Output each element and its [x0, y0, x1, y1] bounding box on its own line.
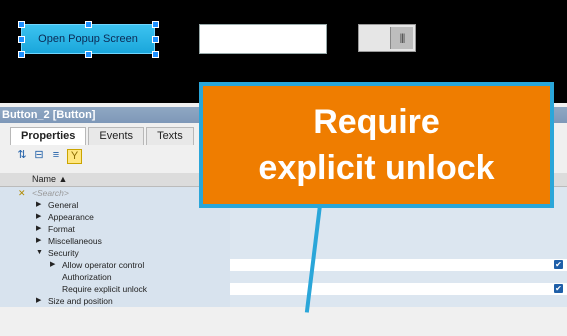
inspector-tabs: Properties Events Texts — [10, 127, 196, 145]
list-item[interactable]: ▼ Security — [0, 247, 567, 259]
group-icon[interactable]: ⊟ — [33, 149, 45, 161]
row-label: Format — [48, 224, 75, 234]
row-label: Miscellaneous — [48, 236, 102, 246]
list-item[interactable]: Require explicit unlock ✔ — [0, 283, 567, 295]
selection-handle[interactable] — [18, 36, 25, 43]
row-label: Allow operator control — [62, 260, 145, 270]
column-name[interactable]: Name ▲ — [32, 173, 67, 186]
checkbox-checked-icon[interactable]: ✔ — [554, 260, 563, 269]
checkbox-checked-icon[interactable]: ✔ — [554, 284, 563, 293]
row-label: Appearance — [48, 212, 94, 222]
row-label: Authorization — [62, 272, 112, 282]
list-item[interactable]: ▶ Allow operator control ✔ — [0, 259, 567, 271]
annotation-callout: Require explicit unlock — [199, 82, 554, 208]
expand-arrow-icon[interactable]: ▶ — [36, 211, 41, 223]
expand-arrow-icon[interactable]: ▶ — [36, 235, 41, 247]
expand-arrow-icon[interactable]: ▶ — [36, 199, 41, 211]
open-popup-screen-button[interactable]: Open Popup Screen — [21, 24, 155, 54]
sort-icon[interactable]: ⇅ — [16, 149, 28, 161]
expand-arrow-icon[interactable]: ▶ — [50, 259, 55, 271]
clear-filter-icon[interactable]: ✕ — [18, 187, 26, 199]
row-label: Require explicit unlock — [62, 284, 148, 294]
selection-handle[interactable] — [85, 21, 92, 28]
row-label: Size and position — [48, 296, 113, 306]
toggle-switch[interactable]: ||| — [358, 24, 416, 52]
list-item[interactable]: ▶ Size and position — [0, 295, 567, 307]
selection-handle[interactable] — [152, 21, 159, 28]
tab-properties[interactable]: Properties — [10, 127, 87, 145]
list-icon[interactable]: ≡ — [50, 149, 62, 161]
list-item[interactable]: ▶ Miscellaneous — [0, 235, 567, 247]
io-field[interactable] — [199, 24, 327, 54]
list-item[interactable]: ▶ Appearance — [0, 211, 567, 223]
toggle-knob-icon: ||| — [390, 27, 413, 49]
list-item[interactable]: Authorization — [0, 271, 567, 283]
inspector-toolbar: ⇅ ⊟ ≡ Y — [16, 149, 82, 164]
expand-arrow-icon[interactable]: ▶ — [36, 223, 41, 235]
list-item[interactable]: ▶ Format — [0, 223, 567, 235]
row-label: Security — [48, 248, 79, 258]
collapse-arrow-icon[interactable]: ▼ — [36, 247, 43, 259]
callout-text: Require explicit unlock — [258, 103, 495, 187]
row-label: General — [48, 200, 79, 210]
search-input[interactable]: <Search> — [32, 187, 69, 199]
selection-handle[interactable] — [18, 21, 25, 28]
tab-events[interactable]: Events — [88, 127, 145, 145]
selection-handle[interactable] — [152, 51, 159, 58]
selection-handle[interactable] — [18, 51, 25, 58]
filter-icon[interactable]: Y — [67, 149, 82, 164]
selection-handle[interactable] — [85, 51, 92, 58]
selection-handle[interactable] — [152, 36, 159, 43]
expand-arrow-icon[interactable]: ▶ — [36, 295, 41, 307]
tab-texts[interactable]: Texts — [146, 127, 194, 145]
